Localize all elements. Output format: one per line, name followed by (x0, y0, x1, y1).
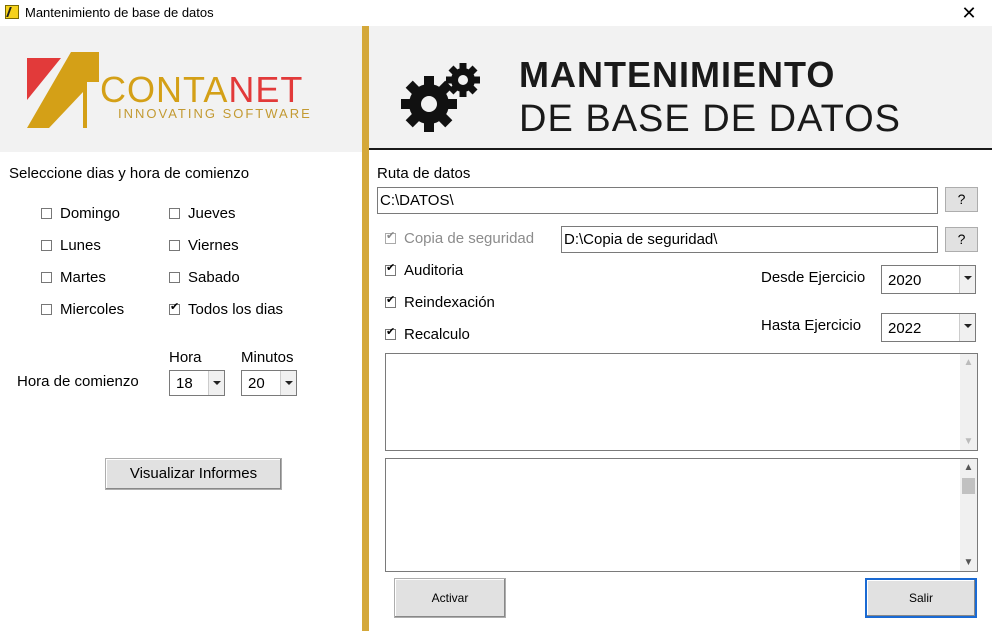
checkbox-label: Jueves (188, 204, 236, 222)
header-title-line1: MANTENIMIENTO (519, 54, 836, 95)
minutes-value: 20 (248, 375, 265, 392)
recalc-checkbox[interactable]: Recalculo (385, 325, 470, 343)
scroll-up-icon[interactable]: ▲ (960, 459, 977, 476)
checkbox-label: Lunes (60, 236, 101, 254)
checkbox-label: Viernes (188, 236, 239, 254)
day-checkbox-sabado[interactable]: Sabado (169, 268, 240, 286)
log-textarea-top[interactable]: ▲ ▼ (385, 353, 978, 451)
day-checkbox-martes[interactable]: Martes (41, 268, 106, 286)
activate-button[interactable]: Activar (394, 578, 506, 618)
chevron-down-icon[interactable] (208, 371, 224, 395)
day-checkbox-domingo[interactable]: Domingo (41, 204, 120, 222)
hour-select[interactable]: 18 (169, 370, 225, 396)
minutes-label: Minutos (241, 349, 294, 366)
scroll-down-icon[interactable]: ▼ (960, 554, 977, 571)
hour-label: Hora (169, 349, 202, 366)
title-bar: Mantenimiento de base de datos ✕ (0, 0, 992, 26)
checkbox-box[interactable] (41, 303, 52, 315)
checkbox-box-checked[interactable] (169, 300, 180, 315)
to-year-select[interactable]: 2022 (881, 313, 976, 342)
from-year-value: 2020 (888, 272, 922, 289)
day-checkbox-jueves[interactable]: Jueves (169, 204, 236, 222)
exit-button[interactable]: Salir (865, 578, 977, 618)
day-checkbox-viernes[interactable]: Viernes (169, 236, 239, 254)
contanet-logo-icon (27, 52, 99, 128)
start-time-label: Hora de comienzo (17, 373, 139, 390)
checkbox-box[interactable] (169, 271, 180, 283)
vertical-scrollbar[interactable]: ▲ ▼ (960, 354, 977, 450)
log-textarea-bottom[interactable]: ▲ ▼ (385, 458, 978, 572)
checkbox-label: Todos los dias (188, 300, 284, 318)
checkbox-box-checked[interactable] (385, 261, 396, 276)
logo-net: NET (228, 69, 304, 110)
scroll-up-icon[interactable]: ▲ (960, 354, 977, 371)
app-icon (5, 5, 19, 19)
checkbox-box[interactable] (41, 271, 52, 283)
day-checkbox-todos[interactable]: Todos los dias (169, 300, 283, 318)
logo-area: CONTANET INNOVATING SOFTWARE (0, 26, 362, 152)
checkbox-box[interactable] (41, 239, 52, 251)
logo-tagline: INNOVATING SOFTWARE (118, 106, 312, 121)
checkbox-box[interactable] (169, 207, 180, 219)
checkbox-box-checked[interactable] (385, 293, 396, 308)
header-banner: MANTENIMIENTO DE BASE DE DATOS (369, 26, 992, 150)
checkbox-label: Auditoria (404, 261, 464, 279)
close-button[interactable]: ✕ (946, 0, 992, 26)
reindex-checkbox[interactable]: Reindexación (385, 293, 495, 311)
checkbox-label: Martes (60, 268, 106, 286)
data-path-label: Ruta de datos (377, 165, 471, 182)
checkbox-label: Miercoles (60, 300, 125, 318)
auditoria-checkbox[interactable]: Auditoria (385, 261, 463, 279)
checkbox-label: Domingo (60, 204, 121, 222)
schedule-panel: CONTANET INNOVATING SOFTWARE Seleccione … (0, 26, 362, 631)
checkbox-box[interactable] (169, 239, 180, 251)
header-title-line2: DE BASE DE DATOS (519, 98, 902, 140)
schedule-title: Seleccione dias y hora de comienzo (9, 165, 250, 182)
window-title: Mantenimiento de base de datos (25, 5, 214, 20)
checkbox-box-checked[interactable] (385, 325, 396, 340)
checkbox-label: Reindexación (404, 293, 495, 311)
vertical-scrollbar[interactable]: ▲ ▼ (960, 459, 977, 571)
from-year-select[interactable]: 2020 (881, 265, 976, 294)
day-checkbox-lunes[interactable]: Lunes (41, 236, 101, 254)
backup-path-input[interactable]: D:\Copia de seguridad\ (561, 226, 938, 253)
data-path-input[interactable]: C:\DATOS\ (377, 187, 938, 214)
checkbox-label: Sabado (188, 268, 240, 286)
backup-checkbox: Copia de seguridad (385, 229, 534, 247)
checkbox-box[interactable] (41, 207, 52, 219)
logo-conta: CONTA (100, 69, 229, 110)
chevron-down-icon[interactable] (959, 314, 975, 341)
hour-value: 18 (176, 375, 193, 392)
gears-icon (401, 63, 480, 132)
logo-wordmark: CONTANET (100, 72, 303, 108)
browse-data-path-button[interactable]: ? (945, 187, 978, 212)
from-year-label: Desde Ejercicio (761, 269, 866, 286)
checkbox-label: Recalculo (404, 325, 470, 343)
checkbox-label: Copia de seguridad (404, 229, 535, 247)
to-year-label: Hasta Ejercicio (761, 317, 862, 334)
checkbox-box-checked (385, 229, 396, 244)
panel-divider (362, 26, 369, 631)
scroll-down-icon[interactable]: ▼ (960, 433, 977, 450)
day-checkbox-miercoles[interactable]: Miercoles (41, 300, 124, 318)
browse-backup-path-button[interactable]: ? (945, 227, 978, 252)
chevron-down-icon[interactable] (280, 371, 296, 395)
scroll-thumb[interactable] (962, 478, 975, 494)
to-year-value: 2022 (888, 320, 922, 337)
view-reports-button[interactable]: Visualizar Informes (105, 458, 282, 490)
chevron-down-icon[interactable] (959, 266, 975, 293)
minutes-select[interactable]: 20 (241, 370, 297, 396)
